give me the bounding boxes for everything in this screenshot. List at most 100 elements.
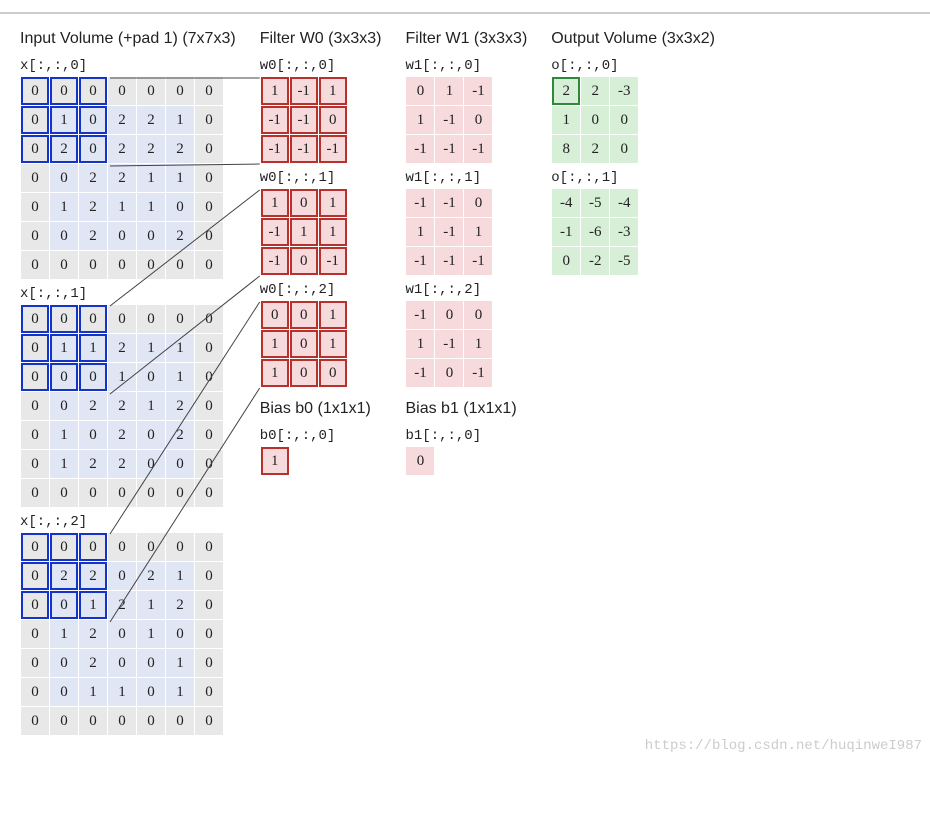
- cell: 2: [581, 77, 610, 106]
- output-slice-label: o[:,:,0]: [551, 58, 639, 74]
- cell: -6: [581, 218, 610, 247]
- cell: 2: [137, 106, 166, 135]
- cell: 0: [166, 77, 195, 106]
- cell: 0: [21, 106, 50, 135]
- filter-w1-column: Filter W1 (3x3x3) w1[:,:,0]01-11-10-1-1-…: [405, 30, 527, 476]
- w0-grid-1: 101-111-10-1: [260, 188, 348, 276]
- cell: 0: [435, 359, 464, 388]
- cell: -1: [435, 247, 464, 276]
- cell: 0: [21, 591, 50, 620]
- cell: 1: [435, 77, 464, 106]
- cell: 0: [552, 247, 581, 276]
- cell: 0: [50, 164, 79, 193]
- cell: 0: [21, 562, 50, 591]
- cell: 0: [21, 649, 50, 678]
- cell: 0: [166, 305, 195, 334]
- cell: -1: [406, 301, 435, 330]
- input-slice-label: x[:,:,2]: [20, 514, 224, 530]
- cell: 1: [137, 620, 166, 649]
- input-column: Input Volume (+pad 1) (7x7x3) x[:,:,0]00…: [20, 30, 236, 736]
- input-grid-0: 0000000010221002022200022110012110000200…: [20, 76, 224, 280]
- bias-b1-title: Bias b1 (1x1x1): [405, 400, 516, 418]
- cell: 1: [137, 591, 166, 620]
- cell: -1: [260, 135, 289, 164]
- cell: 0: [50, 363, 79, 392]
- cell: 2: [79, 164, 108, 193]
- cell: 0: [50, 479, 79, 508]
- cell: -1: [435, 106, 464, 135]
- w1-grid-2: -1001-11-10-1: [405, 300, 493, 388]
- input-grid-1: 0000000011211000010100022120010202001220…: [20, 304, 224, 508]
- cell: 0: [195, 562, 224, 591]
- cell: 0: [195, 591, 224, 620]
- cell: 1: [137, 334, 166, 363]
- cell: 0: [166, 707, 195, 736]
- cell: 0: [195, 678, 224, 707]
- cell: 0: [50, 678, 79, 707]
- cell: 0: [195, 77, 224, 106]
- cell: 0: [79, 479, 108, 508]
- w0-slice-label: w0[:,:,1]: [260, 170, 348, 186]
- cell: 0: [108, 222, 137, 251]
- cell: 0: [50, 305, 79, 334]
- cell: -1: [260, 106, 289, 135]
- cell: 2: [166, 591, 195, 620]
- cell: 0: [108, 649, 137, 678]
- cell: 0: [21, 450, 50, 479]
- w1-slice-label: w1[:,:,2]: [405, 282, 493, 298]
- cell: 0: [137, 678, 166, 707]
- cell: 1: [552, 106, 581, 135]
- cell: 0: [195, 251, 224, 280]
- cell: 0: [195, 222, 224, 251]
- filter-w0-title: Filter W0 (3x3x3): [260, 30, 382, 48]
- cell: 0: [137, 649, 166, 678]
- cell: 0: [79, 77, 108, 106]
- cell: 1: [406, 218, 435, 247]
- input-grid-2: 0000000022021000121200120100002001000110…: [20, 532, 224, 736]
- output-slice-label: o[:,:,1]: [551, 170, 639, 186]
- cell: 0: [195, 334, 224, 363]
- cell: 1: [260, 77, 289, 106]
- cell: 8: [552, 135, 581, 164]
- cell: 0: [50, 533, 79, 562]
- cell: 1: [260, 359, 289, 388]
- cell: -1: [289, 135, 318, 164]
- cell: 0: [21, 392, 50, 421]
- cell: 0: [21, 164, 50, 193]
- output-title: Output Volume (3x3x2): [551, 30, 715, 48]
- cell: 1: [406, 330, 435, 359]
- cell: 0: [50, 392, 79, 421]
- cell: 0: [464, 189, 493, 218]
- cell: 1: [50, 193, 79, 222]
- cell: 1: [50, 334, 79, 363]
- cell: 2: [79, 392, 108, 421]
- cell: 0: [50, 251, 79, 280]
- cell: 2: [108, 135, 137, 164]
- cell: 1: [137, 164, 166, 193]
- cell: 0: [137, 251, 166, 280]
- cell: 0: [195, 164, 224, 193]
- cell: 2: [166, 392, 195, 421]
- cell: -1: [289, 106, 318, 135]
- cell: -1: [260, 218, 289, 247]
- cell: 0: [50, 222, 79, 251]
- cell: 0: [21, 421, 50, 450]
- cell: 0: [318, 106, 347, 135]
- cell: 0: [137, 305, 166, 334]
- cell: 1: [318, 218, 347, 247]
- cell: 0: [195, 193, 224, 222]
- cell: 0: [166, 620, 195, 649]
- cell: -1: [464, 247, 493, 276]
- cell: 0: [195, 106, 224, 135]
- cell: 1: [166, 106, 195, 135]
- cell: 0: [79, 106, 108, 135]
- cell: 1: [318, 330, 347, 359]
- cell: 2: [108, 334, 137, 363]
- cell: -5: [581, 189, 610, 218]
- bias-b0-title: Bias b0 (1x1x1): [260, 400, 371, 418]
- cell: 2: [166, 135, 195, 164]
- output-grid-1: -4-5-4-1-6-30-2-5: [551, 188, 639, 276]
- cell: 0: [21, 620, 50, 649]
- cell: -5: [610, 247, 639, 276]
- cell: 1: [50, 450, 79, 479]
